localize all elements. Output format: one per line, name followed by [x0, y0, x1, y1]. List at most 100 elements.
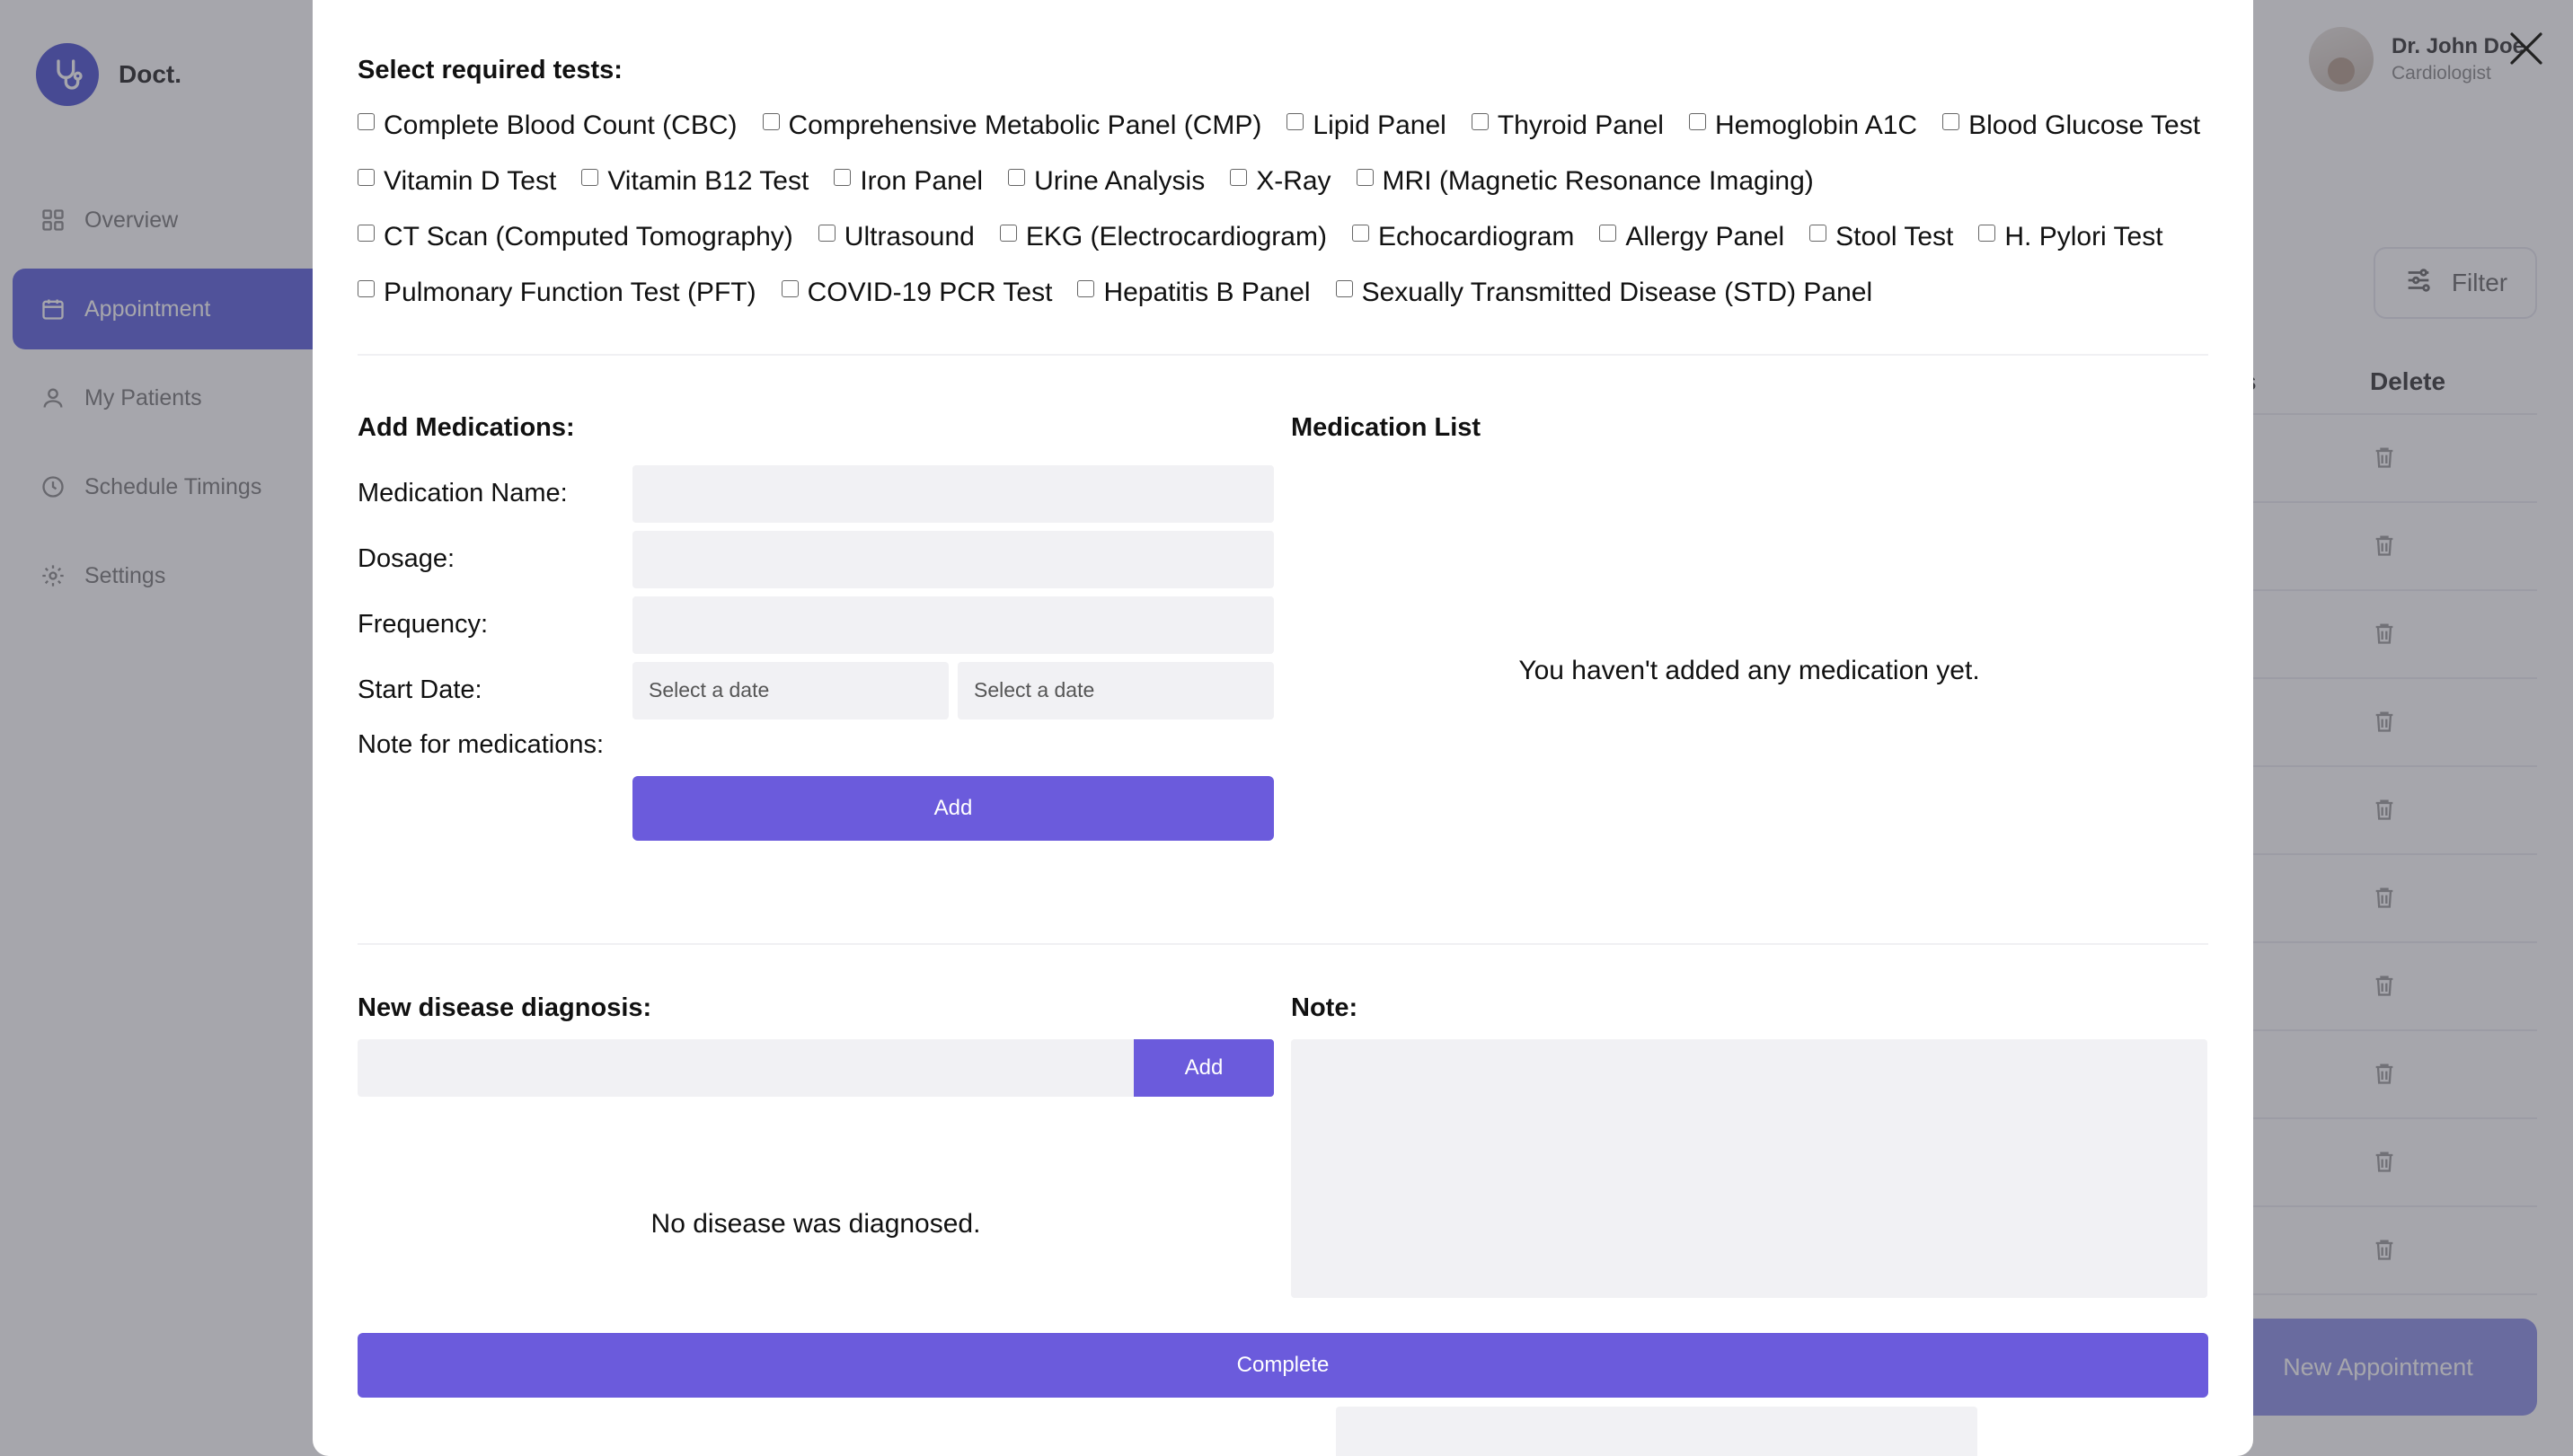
test-checkbox[interactable] — [781, 279, 799, 297]
frequency-label: Frequency: — [358, 610, 489, 639]
divider — [358, 354, 2208, 356]
test-label: Iron Panel — [860, 166, 984, 196]
test-checkbox[interactable] — [1942, 112, 1960, 130]
test-checkbox[interactable] — [1471, 112, 1489, 130]
test-option[interactable]: MRI (Magnetic Resonance Imaging) — [1356, 154, 1814, 209]
dosage-row: Dosage: — [358, 526, 1274, 592]
test-label: Stool Test — [1835, 222, 1954, 251]
test-option[interactable]: Pulmonary Function Test (PFT) — [358, 265, 756, 321]
medication-empty-state: You haven't added any medication yet. — [1518, 656, 1980, 685]
start-date-picker[interactable]: Select a date — [632, 661, 949, 719]
test-label: CT Scan (Computed Tomography) — [384, 222, 793, 251]
add-medication-button[interactable]: Add — [632, 776, 1274, 841]
start-date-row: Start Date: Select a date Select a date — [358, 657, 1274, 723]
test-checkbox[interactable] — [1351, 224, 1369, 242]
test-option[interactable]: Hemoglobin A1C — [1688, 98, 1918, 154]
test-option[interactable]: Allergy Panel — [1599, 209, 1784, 265]
test-checkbox[interactable] — [1077, 279, 1095, 297]
test-checkbox[interactable] — [358, 224, 375, 242]
prescription-modal: Select required tests: Complete Blood Co… — [313, 0, 2253, 1456]
test-checkbox[interactable] — [1599, 224, 1617, 242]
medication-name-input[interactable] — [632, 464, 1274, 523]
medication-note-textarea[interactable] — [1336, 1407, 1977, 1456]
medication-name-row: Medication Name: — [358, 461, 1274, 526]
test-option[interactable]: Lipid Panel — [1286, 98, 1446, 154]
test-option[interactable]: Stool Test — [1809, 209, 1953, 265]
test-option[interactable]: Ultrasound — [818, 209, 975, 265]
test-option[interactable]: Urine Analysis — [1008, 154, 1205, 209]
frequency-row: Frequency: — [358, 592, 1274, 657]
test-option[interactable]: CT Scan (Computed Tomography) — [358, 209, 793, 265]
test-label: Lipid Panel — [1313, 110, 1446, 140]
test-option[interactable]: EKG (Electrocardiogram) — [999, 209, 1327, 265]
test-checkbox[interactable] — [1978, 224, 1996, 242]
diagnosis-input[interactable] — [358, 1039, 1134, 1097]
test-option[interactable]: X-Ray — [1230, 154, 1331, 209]
test-label: COVID-19 PCR Test — [807, 278, 1053, 307]
divider — [358, 943, 2208, 945]
add-diagnosis-button[interactable]: Add — [1134, 1039, 1274, 1097]
test-label: Urine Analysis — [1034, 166, 1206, 196]
start-date-label: Start Date: — [358, 675, 482, 704]
end-date-picker[interactable]: Select a date — [958, 661, 1274, 719]
diagnosis-section: New disease diagnosis: Add — [358, 993, 1274, 1097]
test-label: Blood Glucose Test — [1968, 110, 2201, 140]
diagnosis-title: New disease diagnosis: — [358, 993, 652, 1022]
note-textarea[interactable] — [1291, 1039, 2207, 1298]
test-checkbox[interactable] — [1335, 279, 1353, 297]
note-section: Note: — [1291, 993, 2207, 1298]
test-label: Vitamin D Test — [384, 166, 557, 196]
required-tests-section: Select required tests: Complete Blood Co… — [358, 56, 2217, 321]
test-option[interactable]: Vitamin B12 Test — [581, 154, 809, 209]
test-checkbox[interactable] — [1809, 224, 1827, 242]
tests-list: Complete Blood Count (CBC) Comprehensive … — [358, 98, 2217, 321]
test-option[interactable]: COVID-19 PCR Test — [781, 265, 1053, 321]
test-checkbox[interactable] — [762, 112, 780, 130]
test-option[interactable]: Echocardiogram — [1351, 209, 1575, 265]
test-label: Pulmonary Function Test (PFT) — [384, 278, 756, 307]
frequency-input[interactable] — [632, 596, 1274, 654]
test-checkbox[interactable] — [581, 168, 599, 186]
medication-name-label: Medication Name: — [358, 479, 568, 507]
test-option[interactable]: Blood Glucose Test — [1942, 98, 2200, 154]
test-option[interactable]: Iron Panel — [834, 154, 983, 209]
test-label: Allergy Panel — [1625, 222, 1785, 251]
test-checkbox[interactable] — [358, 112, 375, 130]
test-label: EKG (Electrocardiogram) — [1025, 222, 1327, 251]
test-checkbox[interactable] — [1356, 168, 1374, 186]
test-option[interactable]: Comprehensive Metabolic Panel (CMP) — [762, 98, 1262, 154]
test-checkbox[interactable] — [1688, 112, 1706, 130]
test-label: Ultrasound — [844, 222, 975, 251]
medication-note-row: Note for medications: — [358, 723, 1977, 1456]
test-checkbox[interactable] — [1230, 168, 1248, 186]
test-checkbox[interactable] — [834, 168, 852, 186]
test-label: MRI (Magnetic Resonance Imaging) — [1382, 166, 1814, 196]
test-option[interactable]: Thyroid Panel — [1471, 98, 1664, 154]
test-option[interactable]: Hepatitis B Panel — [1077, 265, 1311, 321]
test-label: Hemoglobin A1C — [1714, 110, 1918, 140]
test-option[interactable]: Sexually Transmitted Disease (STD) Panel — [1335, 265, 1872, 321]
medication-list-title: Medication List — [1291, 413, 1481, 442]
test-option[interactable]: Vitamin D Test — [358, 154, 556, 209]
test-checkbox[interactable] — [1286, 112, 1304, 130]
dosage-label: Dosage: — [358, 544, 455, 573]
test-label: Hepatitis B Panel — [1103, 278, 1311, 307]
test-label: Echocardiogram — [1377, 222, 1575, 251]
test-checkbox[interactable] — [358, 279, 375, 297]
test-checkbox[interactable] — [358, 168, 375, 186]
diagnosis-empty-state: No disease was diagnosed. — [650, 1209, 981, 1239]
tests-title: Select required tests: — [358, 56, 623, 84]
note-title: Note: — [1291, 993, 1358, 1022]
test-option[interactable]: H. Pylori Test — [1978, 209, 2163, 265]
test-checkbox[interactable] — [1008, 168, 1026, 186]
dosage-input[interactable] — [632, 530, 1274, 588]
complete-button[interactable]: Complete — [358, 1333, 2208, 1398]
test-option[interactable]: Complete Blood Count (CBC) — [358, 98, 738, 154]
test-label: X-Ray — [1256, 166, 1331, 196]
close-icon[interactable] — [2505, 27, 2548, 70]
test-checkbox[interactable] — [999, 224, 1017, 242]
test-checkbox[interactable] — [818, 224, 836, 242]
medication-list-section: Medication List — [1291, 413, 2207, 443]
test-label: Comprehensive Metabolic Panel (CMP) — [788, 110, 1262, 140]
medications-title: Add Medications: — [358, 413, 575, 442]
